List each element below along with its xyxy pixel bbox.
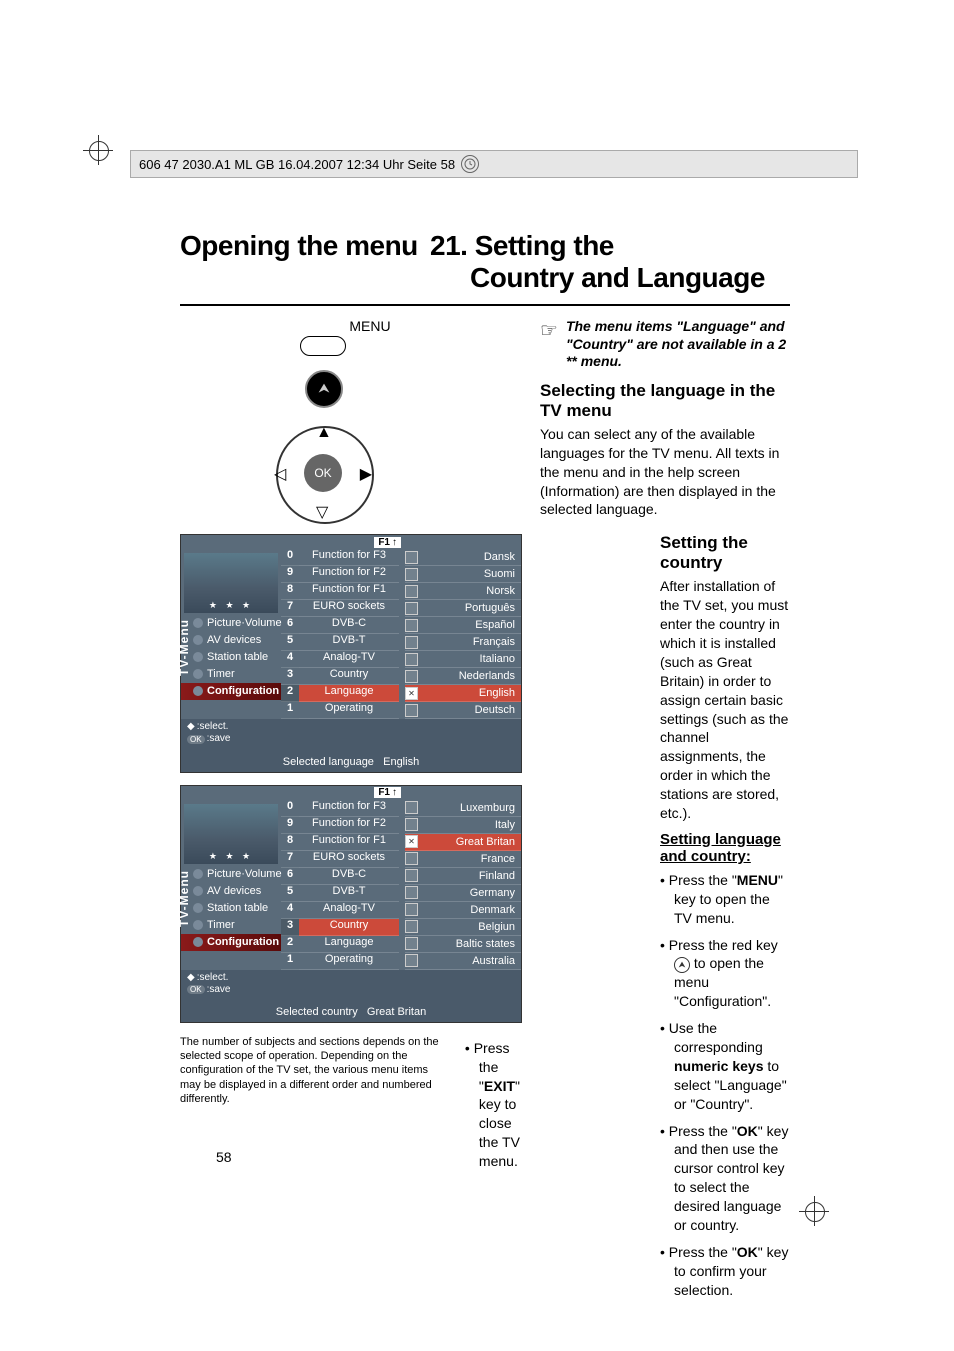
value-column: Luxemburg Italy Great Britan France Finl… [399,800,521,970]
footer-hints: ◆:select. OK:save [187,721,515,745]
note-text: The menu items "Language" and "Country" … [566,318,790,371]
sidebar-item: Picture·Volume [181,866,281,883]
red-key-icon [674,957,690,973]
arrow-left-icon: ◁ [274,464,286,484]
step-3: Use the corresponding numeric keys to se… [660,1019,790,1113]
sidebar-item-active: Configuration [181,934,281,951]
title-line-1: Setting the [475,230,614,261]
stars-icon: ★ ★ ★ [209,851,253,862]
step-2: Press the red key to open the menu "Conf… [660,936,790,1012]
section-number: 21. [430,230,467,261]
step-5: Press the "OK" key to confirm your selec… [660,1243,790,1300]
crop-mark [78,130,118,170]
value-column: Dansk Suomi Norsk Português Español Fran… [399,549,521,719]
steps-list: Press the "MENU" key to open the TV menu… [660,871,790,1300]
footnote: The number of subjects and sections depe… [180,1035,441,1106]
sidebar-item: Timer [181,666,281,683]
sidebar-item: AV devices [181,883,281,900]
heading-setting-country: Setting the country [660,533,790,573]
content-area: Opening the menu 21. Setting the Country… [180,230,790,1308]
title-left: Opening the menu [180,230,418,262]
title-row: Opening the menu 21. Setting the Country… [180,230,790,294]
function-column: Function for F3Function for F2Function f… [299,800,399,970]
tv-menu-screenshot-language: F1↑ ★ ★ ★ TV-Menu Picture·Volume AV devi… [180,534,522,772]
page-number: 58 [216,1149,232,1165]
selected-line: Selected language English [187,756,515,768]
arrow-up-icon: ▲ [316,424,332,442]
preview-thumbnail: ★ ★ ★ [184,553,278,613]
sidebar-item: Station table [181,900,281,917]
country-and-steps: Setting the country After installation o… [540,527,790,1307]
number-column: 0987654321 [281,549,299,719]
print-header: 606 47 2030.A1 ML GB 16.04.2007 12:34 Uh… [130,150,858,178]
title-right: 21. Setting the Country and Language [430,230,790,294]
heading-selecting-language: Selecting the language in the TV menu [540,381,790,421]
tv-menu-screenshot-country: F1↑ ★ ★ ★ TV-Menu Picture·Volume AV devi… [180,785,522,1023]
two-column-layout: MENU ▲ ▽ ◁ ▶ OK F1↑ ★ ★ ★ TV-Menu [180,318,790,1307]
exit-step: • Press the "EXIT" key to close the TV m… [465,1039,520,1171]
footer-hints: ◆:select. OK:save [187,972,515,996]
heading-setting-lang-country: Setting language and country: [660,831,790,865]
menu-button-icon [300,336,346,356]
header-text: 606 47 2030.A1 ML GB 16.04.2007 12:34 Uh… [139,157,455,172]
sidebar-list: Picture·Volume AV devices Station table … [181,866,281,951]
sidebar-item-active: Configuration [181,683,281,700]
sidebar-item: Timer [181,917,281,934]
crop-mark [794,1191,834,1231]
stars-icon: ★ ★ ★ [209,600,253,611]
para-selecting: You can select any of the available lang… [540,425,790,519]
number-column: 0987654321 [281,800,299,970]
vertical-label: TV-Menu [177,619,191,676]
pointing-hand-icon: ☞ [540,318,558,343]
menu-label: MENU [220,318,520,334]
vertical-label: TV-Menu [177,870,191,927]
right-column: ☞ The menu items "Language" and "Country… [540,318,790,1307]
title-line-2: Country and Language [430,262,790,294]
preview-thumbnail: ★ ★ ★ [184,804,278,864]
para-setting-country: After installation of the TV set, you mu… [660,577,790,823]
step-1: Press the "MENU" key to open the TV menu… [660,871,790,928]
selected-line: Selected country Great Britan [187,1006,515,1018]
arrow-down-icon: ▽ [316,502,328,522]
f1-badge: F1↑ [374,787,401,798]
f1-badge: F1↑ [374,537,401,548]
note-block: ☞ The menu items "Language" and "Country… [540,318,790,371]
arrow-right-icon: ▶ [360,464,372,484]
function-column: Function for F3Function for F2Function f… [299,549,399,719]
red-button-icon [305,370,343,408]
sidebar-list: Picture·Volume AV devices Station table … [181,615,281,700]
dpad-icon: ▲ ▽ ◁ ▶ OK [268,418,378,528]
page-root: { "header": { "text": "606 47 2030.A1 ML… [0,0,954,1351]
divider [180,304,790,306]
step-4: Press the "OK" key and then use the curs… [660,1122,790,1235]
sidebar-item: Picture·Volume [181,615,281,632]
clock-icon [461,155,479,173]
sidebar-item: Station table [181,649,281,666]
sidebar-item: AV devices [181,632,281,649]
